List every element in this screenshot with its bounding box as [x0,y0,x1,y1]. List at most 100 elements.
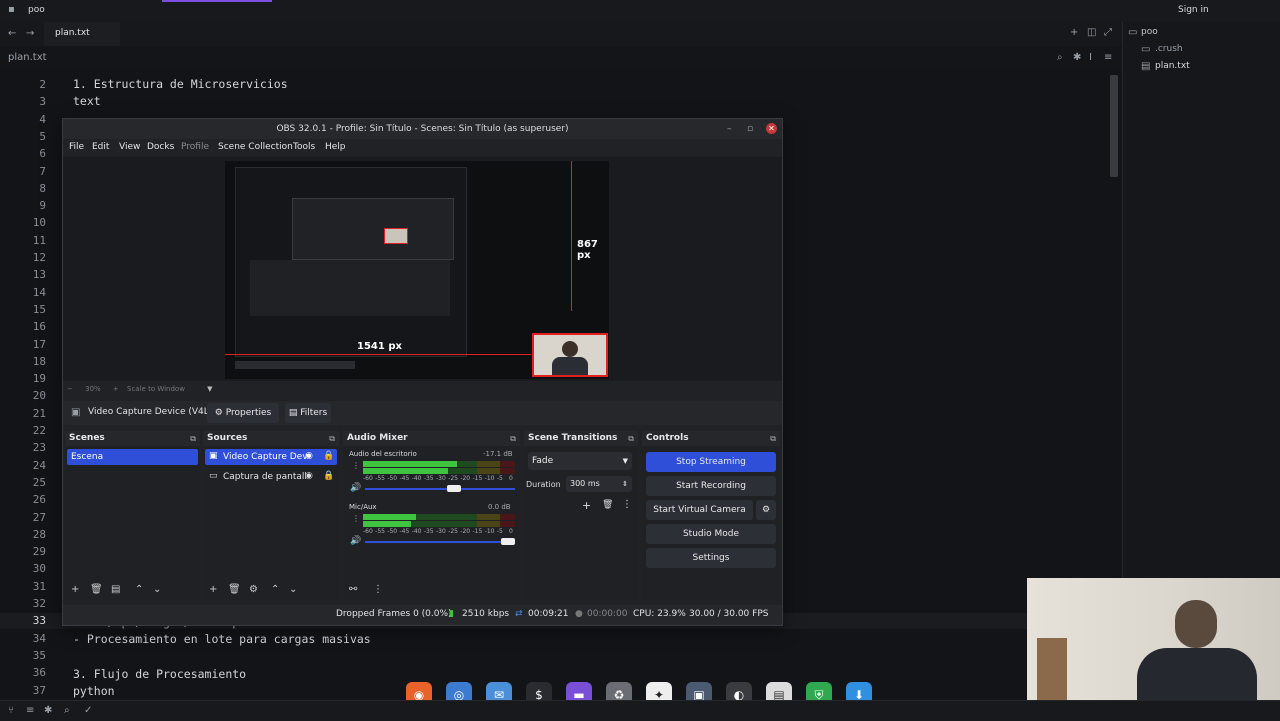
eye-icon[interactable]: ◉ [305,471,313,481]
search-icon[interactable]: ⌕ [64,705,70,716]
zoom-in-icon[interactable]: + [113,385,119,393]
source-label: Captura de pantall [223,472,307,482]
menu-edit[interactable]: Edit [92,142,109,152]
link-icon[interactable]: ⚯ [349,584,357,595]
menu-docks[interactable]: Docks [147,142,174,152]
tree-item-plan[interactable]: plan.txt [1155,61,1190,71]
bug-icon[interactable]: ✱ [44,705,52,716]
split-icon[interactable]: ◫ [1087,27,1096,38]
speaker-icon[interactable]: 🔊 [350,483,361,493]
tree-root[interactable]: poo [1141,27,1158,37]
settings-button[interactable]: Settings [646,548,776,568]
gear-icon[interactable]: ⚙ [249,584,258,595]
kebab-icon[interactable]: ⋮ [352,461,360,470]
studio-mode-button[interactable]: Studio Mode [646,524,776,544]
settings-icon[interactable]: ≡ [1104,52,1112,63]
menu-icon[interactable]: ▪ [8,4,15,15]
source-item-video[interactable]: ▣ Video Capture Dev ◉ 🔒 [205,449,337,465]
menu-view[interactable]: View [119,142,140,152]
line-number: 15 [32,302,46,316]
dock-icon[interactable]: ⧉ [329,431,335,446]
menu-file[interactable]: File [69,142,84,152]
scale-tick: -10 [484,475,495,482]
maximize-icon[interactable]: ▫ [747,119,753,139]
tree-item-crush[interactable]: .crush [1155,44,1183,54]
speaker-icon[interactable]: 🔊 [350,536,361,546]
tab-plan[interactable]: plan.txt [44,22,120,46]
scale-tick: -50 [387,475,398,482]
lock-icon[interactable]: 🔒 [323,451,334,461]
virtual-camera-settings-icon[interactable]: ⚙ [756,500,776,520]
webcam-source[interactable] [532,333,608,377]
magic-icon[interactable]: ✱ [1073,52,1081,63]
check-icon[interactable]: ✓ [84,705,92,716]
filter-icon[interactable]: ▤ [111,584,120,595]
dock-icon[interactable]: ⧉ [628,431,634,446]
search-icon[interactable]: ⌕ [1057,52,1063,63]
duration-input[interactable]: 300 ms ⇕ [566,476,632,492]
volume-knob[interactable] [446,485,461,492]
add-icon[interactable]: + [71,584,79,595]
scrollbar-thumb[interactable] [1110,75,1118,177]
minimize-icon[interactable]: – [727,119,732,139]
filters-button[interactable]: ▤ Filters [285,403,331,423]
zoom-out-icon[interactable]: − [67,385,73,393]
add-icon[interactable]: + [582,499,591,512]
eye-icon[interactable]: ◉ [305,451,313,461]
down-icon[interactable]: ⌄ [289,584,297,595]
source-item-screen[interactable]: ▭ Captura de pantall ◉ 🔒 [205,469,337,485]
up-icon[interactable]: ⌃ [135,584,143,595]
menu-tools[interactable]: Tools [293,142,315,152]
down-icon[interactable]: ⌄ [153,584,161,595]
back-icon[interactable]: ← [8,28,16,39]
folder-icon: ▭ [1141,44,1151,55]
close-icon[interactable]: ✕ [766,123,777,134]
mixer-header: Audio Mixer ⧉ [343,431,520,446]
forward-icon[interactable]: → [26,28,34,39]
chevron-down-icon: ▼ [622,457,628,465]
meter-background [477,514,500,520]
line-number: 17 [32,337,46,351]
signin-link[interactable]: Sign in [1178,5,1209,15]
line-number: 25 [32,475,46,489]
spinner-icon[interactable]: ⇕ [622,476,628,492]
preview-area[interactable]: 867 px 1541 px − 30% + Scale to Window ▼ [63,157,782,393]
cursor-icon[interactable]: I [1089,52,1092,63]
obs-title: OBS 32.0.1 - Profile: Sin Título - Scene… [276,124,569,134]
trash-icon[interactable]: 🗑 [602,500,613,510]
preview-canvas[interactable]: 867 px 1541 px [225,161,609,379]
menu-scene-collection[interactable]: Scene Collection [218,142,293,152]
stop-streaming-button[interactable]: Stop Streaming [646,452,776,472]
trash-icon[interactable]: 🗑 [90,584,103,595]
menu-profile[interactable]: Profile [181,142,209,152]
lock-icon[interactable]: 🔒 [323,471,334,481]
volume-knob[interactable] [501,538,515,545]
transition-select[interactable]: Fade ▼ [528,452,632,470]
line-number: 37 [32,683,46,697]
zoom-controls[interactable]: − 30% + Scale to Window ▼ [67,385,213,393]
start-recording-button[interactable]: Start Recording [646,476,776,496]
dock-icon[interactable]: ⧉ [770,431,776,446]
properties-button[interactable]: ⚙ Properties [207,403,279,423]
trash-icon[interactable]: 🗑 [228,584,241,595]
expand-icon[interactable]: ⤢ [1104,27,1112,38]
list-icon[interactable]: ≡ [26,705,34,716]
kebab-icon[interactable]: ⋮ [373,584,383,595]
volume-slider[interactable] [365,538,515,545]
kebab-icon[interactable]: ⋮ [352,514,360,523]
kebab-icon[interactable]: ⋮ [622,499,632,510]
dock-icon[interactable]: ⧉ [190,431,196,446]
scene-item[interactable]: Escena [67,449,198,465]
add-icon[interactable]: + [1070,27,1078,38]
menu-help[interactable]: Help [325,142,346,152]
volume-slider[interactable] [365,485,515,492]
add-icon[interactable]: + [209,584,217,595]
scene-label: Escena [71,452,104,462]
dock-icon[interactable]: ⧉ [510,431,516,446]
scale-mode[interactable]: Scale to Window [127,385,185,393]
chevron-down-icon[interactable]: ▼ [207,385,212,393]
up-icon[interactable]: ⌃ [271,584,279,595]
scale-tick: -35 [423,475,434,482]
start-virtual-camera-button[interactable]: Start Virtual Camera [646,500,753,520]
branch-icon[interactable]: ⑂ [8,705,14,716]
